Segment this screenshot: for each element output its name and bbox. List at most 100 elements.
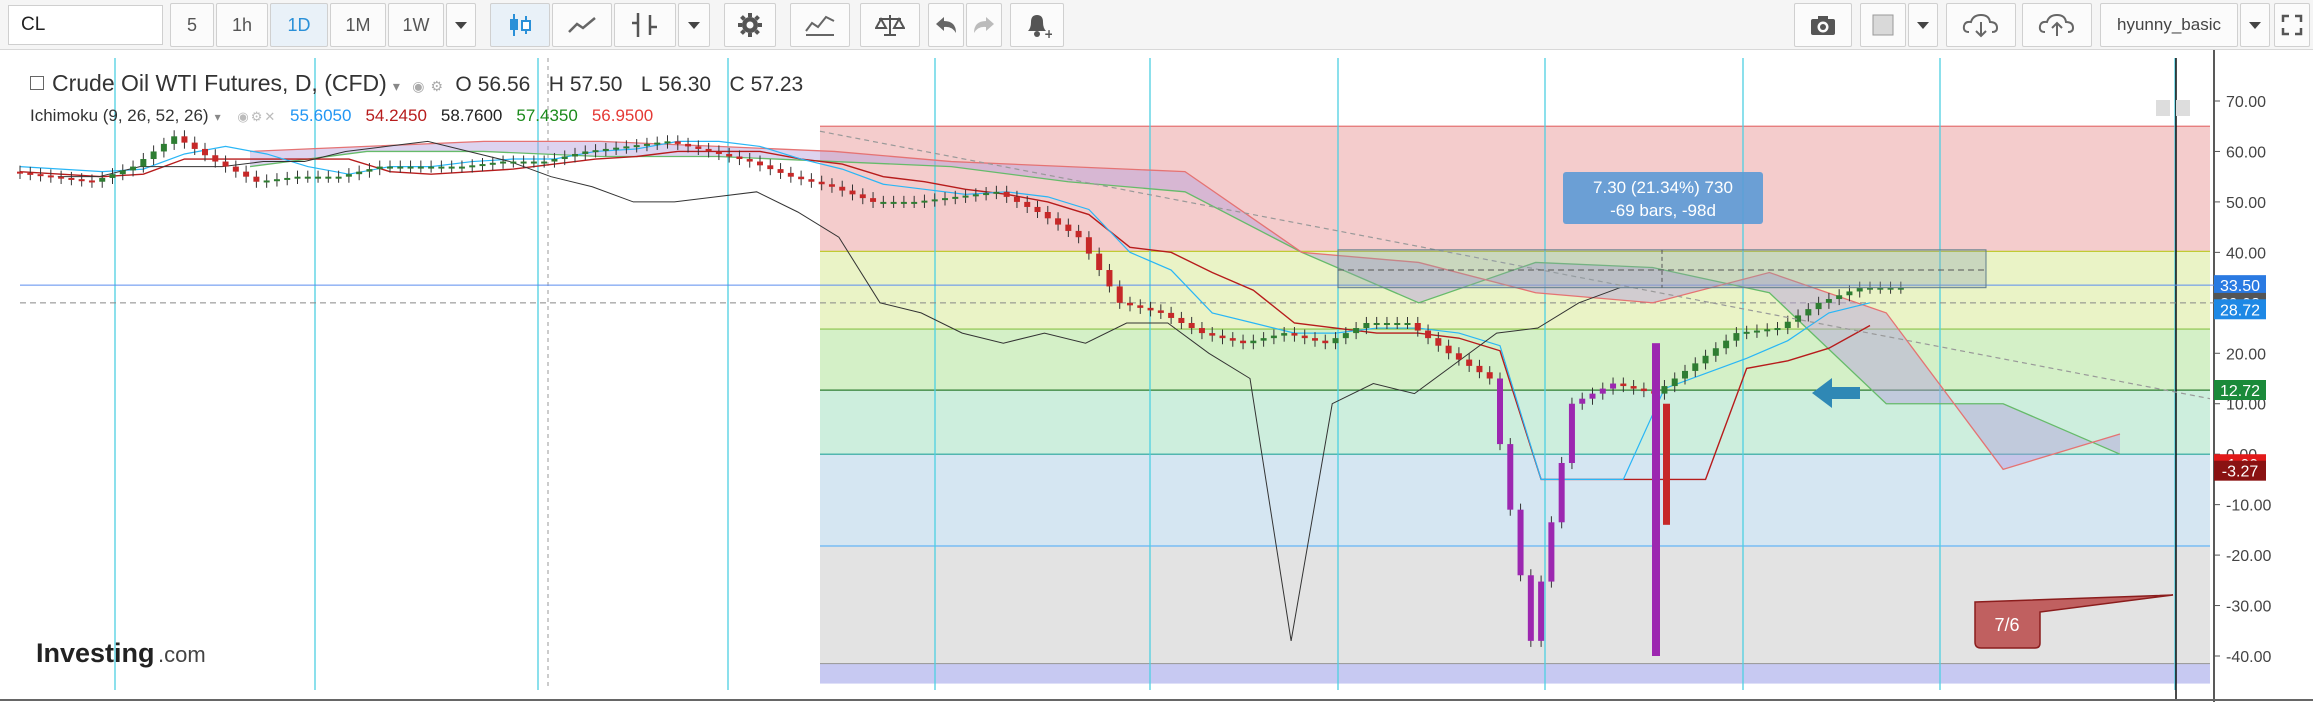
- chevron-down-icon: [2249, 21, 2261, 29]
- interval-1d-button[interactable]: 1D: [270, 3, 328, 47]
- candle-body: [284, 177, 291, 180]
- candle-body: [1466, 359, 1473, 366]
- candle-body: [1034, 206, 1041, 212]
- candle-body: [1096, 253, 1103, 271]
- candle-body: [1260, 338, 1267, 341]
- eye-icon[interactable]: ◉: [237, 109, 248, 124]
- redo-button[interactable]: [966, 3, 1002, 47]
- cloud-load-button[interactable]: [1946, 3, 2016, 47]
- undo-button[interactable]: [928, 3, 964, 47]
- legend-title: Crude Oil WTI Futures, D, (CFD): [52, 70, 387, 96]
- settings-button[interactable]: [724, 3, 776, 47]
- gear-icon[interactable]: ⚙: [430, 78, 443, 94]
- candle-body: [1281, 333, 1288, 336]
- candle-body: [1610, 383, 1617, 389]
- candle-body: [1743, 331, 1750, 334]
- user-menu-button[interactable]: hyunny_basic: [2100, 3, 2238, 47]
- color-box-icon: [1872, 14, 1894, 36]
- line-chart-button[interactable]: [552, 3, 612, 47]
- cloud-down-icon: [1962, 13, 1999, 38]
- candle-body: [1024, 201, 1031, 207]
- screenshot-button[interactable]: [1794, 3, 1852, 47]
- candle-body: [1486, 372, 1493, 379]
- indicator-value: 57.4350: [516, 106, 578, 125]
- candle-body: [448, 166, 455, 169]
- candle-body: [489, 162, 496, 165]
- y-tick-label: -40.00: [2226, 649, 2271, 666]
- caret-down-icon[interactable]: ▾: [393, 78, 400, 94]
- candle-body: [376, 166, 383, 170]
- color-dropdown-button[interactable]: [1908, 3, 1938, 47]
- close-label: C: [729, 73, 745, 96]
- indicator-legend: Ichimoku (9, 26, 52, 26) ▾ ◉ ⚙ ✕ 55.6050 54.…: [30, 106, 673, 126]
- candle-body: [171, 136, 178, 144]
- candle-body: [212, 155, 219, 162]
- chevron-down-icon: [688, 21, 700, 29]
- scale-lock-icon: [2156, 100, 2170, 116]
- close-icon[interactable]: ✕: [264, 109, 275, 124]
- candle-body: [1065, 224, 1072, 231]
- open-value: 56.56: [477, 73, 531, 96]
- alert-button[interactable]: +: [1010, 3, 1064, 47]
- candle-body: [1692, 363, 1699, 371]
- symbol-input[interactable]: [8, 5, 163, 45]
- candle-body: [962, 195, 969, 198]
- fullscreen-icon: [2281, 14, 2303, 36]
- high-label: H: [548, 73, 564, 96]
- interval-dropdown-button[interactable]: [446, 3, 476, 47]
- candle-body: [613, 147, 620, 150]
- compare-button[interactable]: [790, 3, 850, 47]
- candle-body: [1630, 386, 1637, 389]
- user-dropdown-button[interactable]: [2240, 3, 2270, 47]
- fib-zone: [820, 329, 2210, 391]
- balance-button[interactable]: [860, 3, 920, 47]
- y-tick-label: -30.00: [2226, 599, 2271, 616]
- candle-body: [695, 146, 702, 149]
- candle-body: [469, 165, 476, 168]
- gear-icon[interactable]: ⚙: [251, 109, 263, 124]
- y-tick-label: -20.00: [2226, 548, 2271, 565]
- candle-body: [1425, 330, 1432, 339]
- candle-body: [1764, 329, 1771, 332]
- indicators-button[interactable]: [614, 3, 676, 47]
- interval-1m-button[interactable]: 1M: [330, 3, 386, 47]
- interval-5-button[interactable]: 5: [170, 3, 214, 47]
- candle-body: [1455, 353, 1462, 360]
- candle-body: [952, 196, 959, 199]
- candle-body: [315, 176, 322, 179]
- candle-body: [1363, 323, 1370, 329]
- candle-body: [1753, 330, 1760, 333]
- candle-body: [1178, 317, 1185, 323]
- camera-icon: [1811, 16, 1835, 35]
- candle-body: [428, 166, 435, 169]
- fullscreen-button[interactable]: [2274, 3, 2310, 47]
- toolbar: 5 1h 1D 1M 1W + hyunny_basic: [0, 0, 2313, 50]
- candle-body: [911, 201, 918, 204]
- candle-body: [1013, 196, 1020, 202]
- balance-icon: [875, 15, 905, 36]
- candles-button[interactable]: [490, 3, 550, 47]
- candle-body: [1219, 335, 1226, 339]
- candle-body: [1240, 340, 1247, 344]
- candle-body: [880, 201, 887, 204]
- eye-icon[interactable]: ◉: [412, 78, 424, 94]
- color-box-button[interactable]: [1860, 3, 1906, 47]
- indicators-dropdown-button[interactable]: [678, 3, 710, 47]
- chart-legend: Crude Oil WTI Futures, D, (CFD) ▾ ◉ ⚙ O 56.…: [30, 70, 815, 97]
- candle-body: [1527, 575, 1534, 641]
- cloud-save-button[interactable]: [2022, 3, 2092, 47]
- candle-body: [1620, 383, 1627, 387]
- indicator-value: 55.6050: [290, 106, 352, 125]
- candle-body: [1168, 312, 1175, 318]
- candle-body: [1291, 333, 1298, 336]
- caret-down-icon[interactable]: ▾: [215, 110, 221, 124]
- collapse-icon[interactable]: [30, 76, 44, 90]
- candle-body: [438, 166, 445, 169]
- interval-1w-button[interactable]: 1W: [388, 3, 444, 47]
- candle-body: [1476, 365, 1483, 373]
- price-chart[interactable]: 7.30 (21.34%) 730 -69 bars, -98d 7/6 Invest…: [0, 50, 2313, 702]
- candle-body: [931, 199, 938, 202]
- interval-1h-button[interactable]: 1h: [216, 3, 268, 47]
- y-tick-label: 70.00: [2226, 94, 2266, 111]
- price-label-text: 28.72: [2220, 302, 2260, 319]
